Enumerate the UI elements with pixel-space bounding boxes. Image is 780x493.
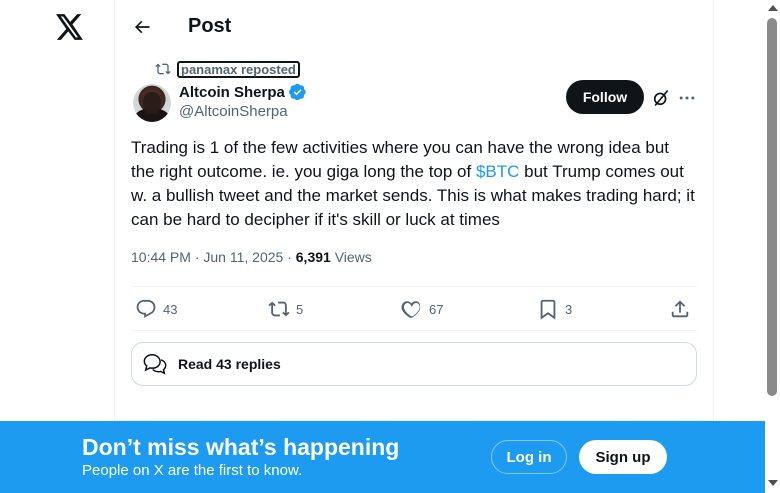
repost-count: 5 <box>296 301 304 317</box>
bookmark-icon <box>540 299 556 320</box>
x-logo-icon[interactable] <box>56 14 84 40</box>
repost-button[interactable]: 5 <box>268 298 303 320</box>
divider <box>131 330 697 331</box>
banner-subtitle: People on X are the first to know. <box>82 462 303 479</box>
bookmark-button[interactable]: 3 <box>537 298 572 320</box>
share-button[interactable] <box>669 298 691 320</box>
author-name[interactable]: Altcoin Sherpa <box>179 83 307 101</box>
heart-icon <box>401 301 421 319</box>
arrow-left-icon <box>135 20 150 34</box>
scrollbar[interactable] <box>765 0 780 493</box>
back-button[interactable] <box>129 14 155 40</box>
action-bar: 43 5 67 3 <box>131 295 697 325</box>
reply-count: 43 <box>163 301 178 317</box>
bookmark-count: 3 <box>565 301 573 317</box>
author-handle[interactable]: @AltcoinSherpa <box>179 103 288 120</box>
avatar-face <box>143 92 161 114</box>
post-column: Post panamax reposted Altcoin Sherpa @Al… <box>114 0 714 493</box>
read-replies-button[interactable]: Read 43 replies <box>131 342 697 386</box>
meta-separator: · <box>283 249 296 265</box>
reply-icon <box>136 299 156 318</box>
tweet-text: Trading is 1 of the few activities where… <box>131 136 697 232</box>
verified-badge-icon[interactable] <box>288 83 307 101</box>
cashtag-link[interactable]: $BTC <box>476 162 519 181</box>
repost-icon <box>268 301 290 317</box>
tweet-time[interactable]: 10:44 PM <box>131 249 191 265</box>
more-icon[interactable] <box>677 88 697 108</box>
like-count: 67 <box>429 301 444 317</box>
speech-bubbles-icon <box>143 353 167 375</box>
banner-title: Don’t miss what’s happening <box>82 434 400 460</box>
scroll-up-arrow-icon[interactable] <box>768 5 778 11</box>
follow-button[interactable]: Follow <box>566 80 644 114</box>
repost-icon <box>155 63 171 75</box>
grok-icon[interactable] <box>651 88 671 108</box>
post-header: Post <box>115 0 713 54</box>
share-icon <box>671 300 689 318</box>
login-button[interactable]: Log in <box>491 440 567 474</box>
read-replies-label: Read 43 replies <box>178 356 281 372</box>
tweet-meta: 10:44 PM · Jun 11, 2025 · 6,391 Views <box>131 249 372 265</box>
views-count: 6,391 <box>295 249 331 265</box>
scrollbar-thumb[interactable] <box>767 18 777 396</box>
divider <box>131 286 697 287</box>
views-label: Views <box>330 249 372 265</box>
avatar[interactable] <box>133 84 171 122</box>
left-rail <box>0 0 114 493</box>
like-button[interactable]: 67 <box>401 298 443 320</box>
reposter-link[interactable]: panamax reposted <box>177 60 300 78</box>
page-title: Post <box>188 15 232 37</box>
meta-separator: · <box>190 249 204 265</box>
signup-button[interactable]: Sign up <box>579 440 667 474</box>
repost-indicator: panamax reposted <box>155 60 300 78</box>
login-banner: Don’t miss what’s happening People on X … <box>0 421 765 493</box>
tweet-date[interactable]: Jun 11, 2025 <box>203 249 283 265</box>
scroll-down-arrow-icon[interactable] <box>768 480 778 486</box>
author-name-text: Altcoin Sherpa <box>179 83 285 101</box>
reply-button[interactable]: 43 <box>135 298 177 320</box>
